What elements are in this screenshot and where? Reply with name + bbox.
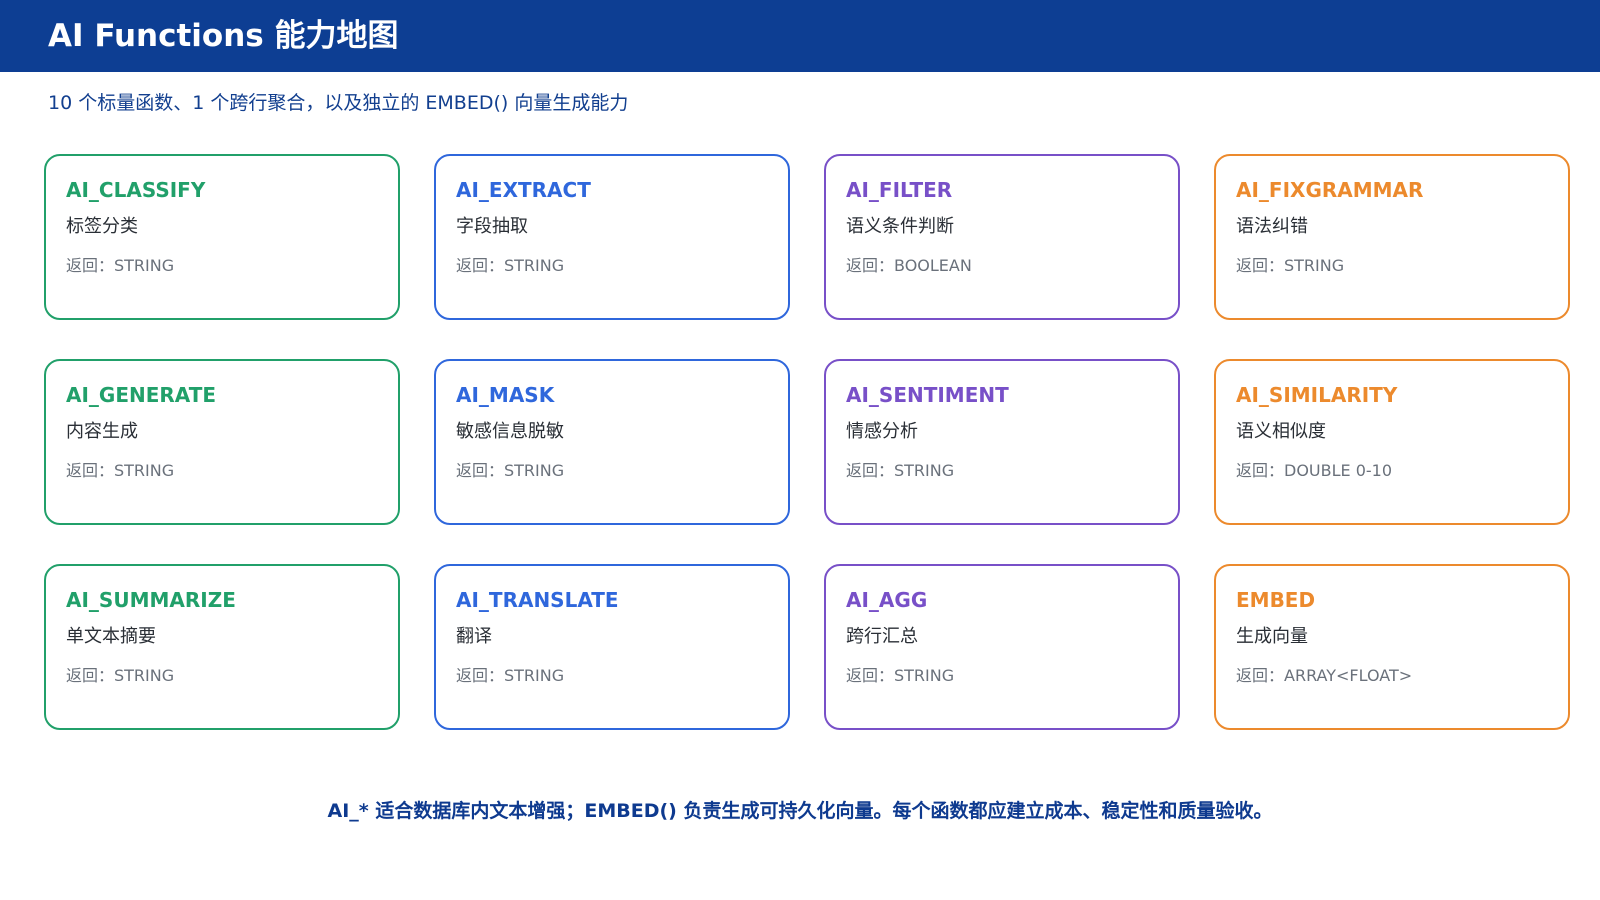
function-return-type: 返回：STRING <box>846 461 955 480</box>
function-return-type: 返回：STRING <box>456 461 565 480</box>
function-description: 情感分析 <box>846 421 918 442</box>
page-subtitle: 10 个标量函数、1 个跨行聚合，以及独立的 EMBED() 向量生成能力 <box>48 92 629 114</box>
function-description: 单文本摘要 <box>66 626 156 647</box>
function-card: AI_FIXGRAMMAR 语法纠错 返回：STRING <box>1214 154 1570 320</box>
function-return-type: 返回：STRING <box>456 666 565 685</box>
function-name: AI_AGG <box>846 588 928 612</box>
header-bar: AI Functions 能力地图 <box>0 0 1600 72</box>
function-name: AI_EXTRACT <box>456 178 591 202</box>
function-card: AI_MASK 敏感信息脱敏 返回：STRING <box>434 359 790 525</box>
function-card-grid: AI_CLASSIFY 标签分类 返回：STRING AI_EXTRACT 字段… <box>44 154 1570 730</box>
function-description: 语义条件判断 <box>846 216 954 237</box>
function-card: AI_SIMILARITY 语义相似度 返回：DOUBLE 0-10 <box>1214 359 1570 525</box>
page-title: AI Functions 能力地图 <box>48 18 399 54</box>
function-card: EMBED 生成向量 返回：ARRAY<FLOAT> <box>1214 564 1570 730</box>
function-name: AI_FILTER <box>846 178 953 202</box>
function-description: 标签分类 <box>66 216 138 237</box>
function-description: 生成向量 <box>1236 626 1308 647</box>
function-name: EMBED <box>1236 588 1316 612</box>
function-description: 敏感信息脱敏 <box>456 421 564 442</box>
function-description: 内容生成 <box>66 421 138 442</box>
function-name: AI_GENERATE <box>66 383 217 407</box>
function-name: AI_FIXGRAMMAR <box>1236 178 1424 202</box>
function-name: AI_TRANSLATE <box>456 588 619 612</box>
function-card: AI_TRANSLATE 翻译 返回：STRING <box>434 564 790 730</box>
function-card: AI_GENERATE 内容生成 返回：STRING <box>44 359 400 525</box>
function-return-type: 返回：STRING <box>66 256 175 275</box>
function-card: AI_FILTER 语义条件判断 返回：BOOLEAN <box>824 154 1180 320</box>
function-card: AI_CLASSIFY 标签分类 返回：STRING <box>44 154 400 320</box>
function-return-type: 返回：STRING <box>1236 256 1345 275</box>
function-return-type: 返回：ARRAY<FLOAT> <box>1236 666 1413 685</box>
function-description: 语法纠错 <box>1236 216 1308 237</box>
function-card: AI_SENTIMENT 情感分析 返回：STRING <box>824 359 1180 525</box>
footer-note: AI_* 适合数据库内文本增强；EMBED() 负责生成可持久化向量。每个函数都… <box>327 800 1273 822</box>
function-return-type: 返回：BOOLEAN <box>846 256 972 275</box>
function-return-type: 返回：STRING <box>846 666 955 685</box>
function-return-type: 返回：STRING <box>456 256 565 275</box>
function-description: 语义相似度 <box>1236 421 1326 442</box>
function-return-type: 返回：STRING <box>66 666 175 685</box>
function-name: AI_MASK <box>456 383 555 407</box>
function-card: AI_SUMMARIZE 单文本摘要 返回：STRING <box>44 564 400 730</box>
function-name: AI_CLASSIFY <box>66 178 206 202</box>
function-description: 字段抽取 <box>456 216 528 237</box>
function-name: AI_SENTIMENT <box>846 383 1009 407</box>
function-card: AI_EXTRACT 字段抽取 返回：STRING <box>434 154 790 320</box>
function-description: 跨行汇总 <box>846 626 918 647</box>
function-description: 翻译 <box>456 626 492 647</box>
function-return-type: 返回：STRING <box>66 461 175 480</box>
function-return-type: 返回：DOUBLE 0-10 <box>1236 461 1393 480</box>
function-name: AI_SUMMARIZE <box>66 588 236 612</box>
function-name: AI_SIMILARITY <box>1236 383 1398 407</box>
function-card: AI_AGG 跨行汇总 返回：STRING <box>824 564 1180 730</box>
